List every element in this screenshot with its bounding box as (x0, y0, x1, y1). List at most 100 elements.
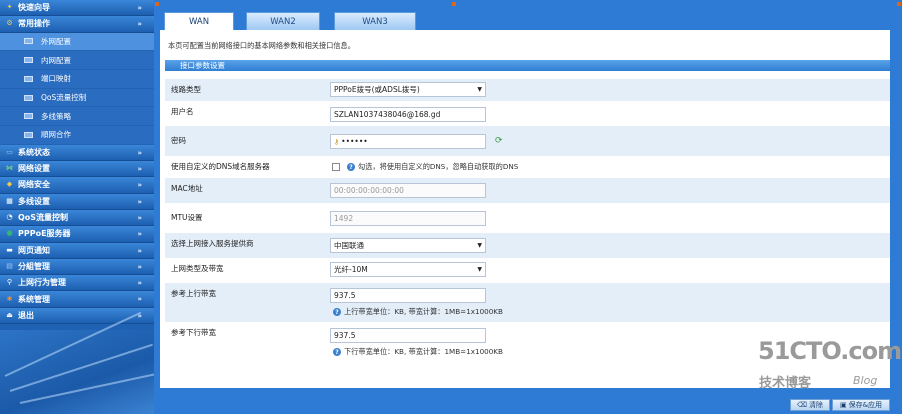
sidebar-group-bottom1[interactable]: ⋈ 网络设置 » (0, 161, 154, 178)
sidebar-group-bottom3[interactable]: ▦ 多线设置 » (0, 193, 154, 210)
exit-icon: ⏏ (6, 310, 13, 319)
dns-checkbox[interactable] (332, 163, 340, 171)
sidebar-group-bottom8[interactable]: ⚲ 上网行为管理 » (0, 275, 154, 292)
form-row-mac: MAC地址 00:00:00:00:00:00 (165, 178, 890, 203)
upload-hint: ? 上行带宽单位：KB, 带宽计算：1MB=1x1000KB (333, 307, 503, 317)
sidebar-subitem-label: 順网合作 (41, 130, 71, 140)
clear-button[interactable]: ⌫ 清除 (790, 399, 830, 411)
sidebar-group-label: 退出 (18, 310, 34, 320)
page-description: 本页可配置当前网络接口的基本网络参数和相关接口信息。 (168, 41, 355, 50)
chevron-icon: » (137, 197, 142, 206)
refresh-icon[interactable]: ⟳ (495, 136, 503, 146)
clear-icon: ⌫ (797, 401, 807, 409)
sidebar-group-bottom6[interactable]: ▬ 网页通知 » (0, 242, 154, 259)
corner-marker (155, 2, 159, 6)
sidebar-group-label: 上网行为管理 (18, 278, 66, 288)
line-type-select[interactable]: PPPoE拨号(或ADSL拨号) ▼ (330, 82, 486, 97)
dns-label: 使用自定义的DNS域名服务器 (171, 162, 270, 171)
username-label: 用户名 (171, 107, 194, 116)
sidebar-subitem-2[interactable]: 端口映射 (0, 69, 154, 89)
settings-gear-icon: ⚙ (6, 19, 13, 28)
save-apply-button[interactable]: ▣ 保存&应用 (832, 399, 890, 411)
line-type-label: 线路类型 (171, 85, 201, 94)
sidebar-subitem-4[interactable]: 多线策略 (0, 107, 154, 127)
sidebar-group-bottom2[interactable]: ◆ 网络安全 » (0, 177, 154, 194)
chevron-icon: » (137, 246, 142, 255)
sidebar-group-label: QoS流量控制 (18, 213, 69, 223)
sidebar-group-label: 多线设置 (18, 196, 50, 206)
system-icon: ✱ (6, 294, 13, 303)
sidebar-subitem-1[interactable]: 内网配置 (0, 51, 154, 70)
sidebar-group-label: 系统状态 (18, 147, 50, 157)
section-title: 接口参数设置 (165, 60, 890, 71)
bandwidth-type-select[interactable]: 光纤-10M ▼ (330, 262, 486, 277)
page-icon (24, 57, 33, 64)
chevron-icon: » (137, 213, 142, 222)
shield-icon: ◆ (6, 180, 13, 189)
sidebar-subitem-5[interactable]: 順网合作 (0, 126, 154, 145)
qos-icon: ◔ (6, 213, 13, 222)
chevron-icon: » (137, 165, 142, 174)
tab-wan2[interactable]: WAN2 (246, 12, 320, 30)
sidebar-group-label: 快速向导 (18, 3, 50, 13)
isp-label: 选择上网接入服务提供商 (171, 239, 254, 248)
password-input[interactable]: ⚷ •••••• (330, 134, 486, 149)
sidebar-group-bottom4[interactable]: ◔ QoS流量控制 » (0, 209, 154, 227)
sidebar-group-label: 分組管理 (18, 261, 50, 271)
sidebar-group-top0[interactable]: ✦ 快速向导 » (0, 0, 154, 17)
corner-marker (452, 2, 456, 6)
sidebar-subitem-label: 端口映射 (41, 74, 71, 84)
download-label: 参考下行带宽 (171, 328, 216, 337)
tab-wan3[interactable]: WAN3 (334, 12, 416, 30)
dns-hint-text: 勾选，将使用自定义的DNS，忽略自动获取的DNS (358, 162, 519, 171)
form-row-upload: 参考上行带宽 937.5 ? 上行带宽单位：KB, 带宽计算：1MB=1x100… (165, 283, 890, 322)
sidebar-group-label: 常用操作 (18, 19, 50, 29)
upload-input[interactable]: 937.5 (330, 288, 486, 303)
info-icon: ? (347, 163, 355, 171)
sidebar-group-bottom5[interactable]: ● PPPoE服务器 » (0, 226, 154, 243)
page-icon (24, 113, 33, 120)
isp-select[interactable]: 中国联通 ▼ (330, 238, 486, 253)
sidebar-group-label: 网络安全 (18, 180, 50, 190)
form-row-username: 用户名 SZLAN1037438046@168.gd (165, 101, 890, 126)
sidebar-group-label: PPPoE服务器 (18, 229, 71, 239)
mtu-label: MTU设置 (171, 213, 203, 222)
info-icon: ? (333, 348, 341, 356)
watermark-blog: Blog (853, 374, 878, 387)
tab-wan[interactable]: WAN (164, 12, 234, 30)
sidebar-subitem-0[interactable]: 外网配置 (0, 32, 154, 52)
sidebar-group-label: 网页通知 (18, 245, 50, 255)
sidebar-subitem-label: 内网配置 (41, 55, 71, 65)
watermark-cn: 技术博客 (759, 376, 812, 391)
mtu-input[interactable]: 1492 (330, 211, 486, 226)
bandwidth-type-value: 光纤-10M (334, 265, 368, 274)
sidebar-group-bottom0[interactable]: ▭ 系统状态 » (0, 144, 154, 162)
page-icon (24, 94, 33, 101)
tab-bar: WAN WAN2 WAN3 (154, 0, 902, 30)
sidebar-subitem-label: 外网配置 (41, 36, 71, 46)
save-button-label: 保存&应用 (848, 401, 883, 409)
dns-hint: ? 勾选，将使用自定义的DNS，忽略自动获取的DNS (347, 162, 518, 172)
download-hint: ? 下行带宽单位：KB, 带宽计算：1MB=1x1000KB (333, 347, 503, 357)
chevron-icon: » (137, 4, 142, 12)
username-input[interactable]: SZLAN1037438046@168.gd (330, 107, 486, 122)
dropdown-arrow-icon: ▼ (477, 242, 482, 249)
sidebar-subitem-label: QoS流量控制 (41, 93, 87, 102)
wizard-icon: ✦ (6, 3, 13, 12)
download-input[interactable]: 937.5 (330, 328, 486, 343)
key-icon: ⚷ (334, 137, 340, 146)
form-row-isp: 选择上网接入服务提供商 中国联通 ▼ (165, 233, 890, 258)
bandwidth-type-label: 上网类型及带宽 (171, 264, 224, 273)
sidebar-group-bottom7[interactable]: ▤ 分組管理 » (0, 258, 154, 276)
mac-input[interactable]: 00:00:00:00:00:00 (330, 183, 486, 198)
chevron-icon: » (137, 295, 142, 304)
sidebar-group-bottom9[interactable]: ✱ 系统管理 » (0, 291, 154, 308)
corner-marker (897, 2, 901, 6)
sidebar-group-top1[interactable]: ⚙ 常用操作 » (0, 16, 154, 33)
monitor-icon: ▭ (6, 147, 13, 156)
chevron-icon: » (137, 262, 142, 271)
form-row-password: 密码 ⚷ •••••• ⟳ (165, 126, 890, 156)
behavior-icon: ⚲ (6, 278, 13, 287)
line-type-value: PPPoE拨号(或ADSL拨号) (334, 85, 420, 94)
sidebar-subitem-3[interactable]: QoS流量控制 (0, 88, 154, 108)
